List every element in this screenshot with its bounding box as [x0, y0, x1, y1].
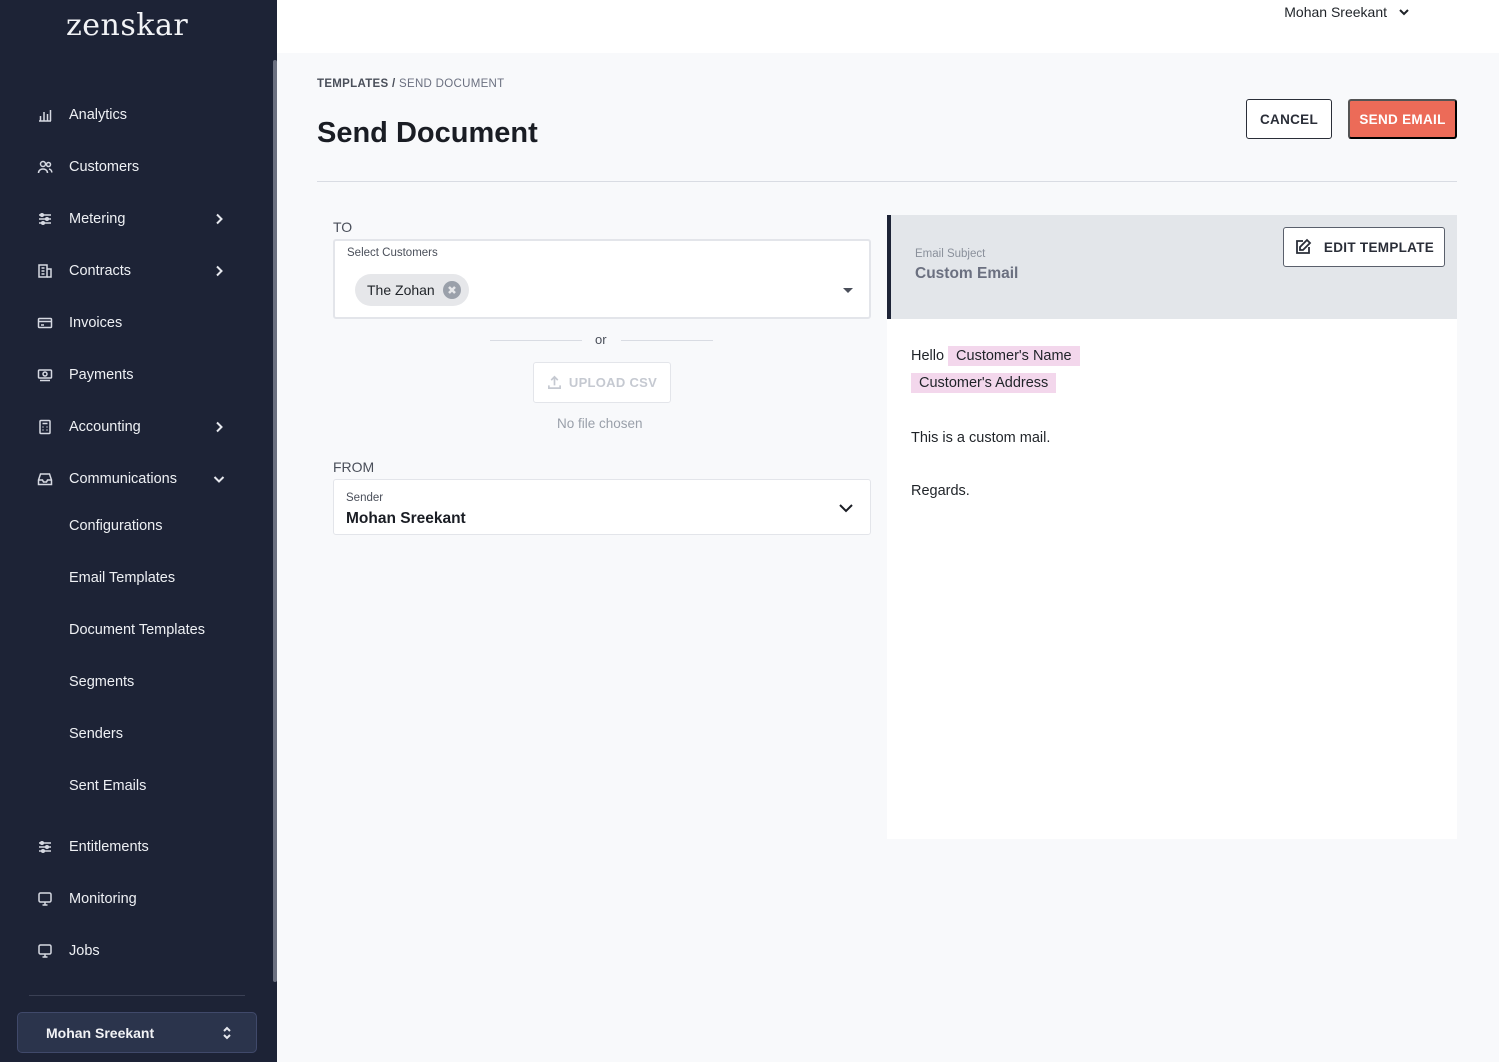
sliders-icon — [36, 838, 54, 856]
edit-template-button[interactable]: EDIT TEMPLATE — [1283, 227, 1445, 267]
or-divider-left — [490, 340, 582, 341]
sidebar-item-label: Payments — [69, 367, 134, 383]
customer-name-tag: Customer's Name — [948, 346, 1080, 366]
or-text: or — [595, 332, 607, 347]
sidebar-scrollbar[interactable] — [273, 60, 277, 982]
zenskar-logo[interactable]: zenskar — [66, 8, 188, 43]
chevron-down-icon — [212, 472, 226, 486]
sidebar-item-entitlements[interactable]: Entitlements — [36, 832, 236, 862]
customer-address-tag: Customer's Address — [911, 373, 1057, 393]
to-section-label: TO — [333, 219, 353, 235]
sidebar-divider — [29, 995, 245, 996]
breadcrumb-templates[interactable]: TEMPLATES — [317, 78, 389, 90]
upload-icon — [547, 375, 561, 389]
user-name: Mohan Sreekant — [1284, 4, 1387, 20]
sidebar-item-customers[interactable]: Customers — [36, 152, 236, 182]
sidebar-item-communications[interactable]: Communications — [36, 464, 236, 494]
sliders-icon — [36, 210, 54, 228]
email-address-line: Customer's Address — [911, 373, 1057, 393]
monitor-icon — [36, 942, 54, 960]
email-preview-header: Email Subject Custom Email EDIT TEMPLATE — [887, 215, 1457, 319]
customer-select-label: Select Customers — [347, 247, 438, 259]
no-file-text: No file chosen — [557, 416, 643, 431]
email-preview: Email Subject Custom Email EDIT TEMPLATE… — [887, 215, 1457, 839]
sidebar-item-label: Accounting — [69, 419, 141, 435]
breadcrumb-separator: / — [392, 78, 396, 90]
inbox-icon — [36, 470, 54, 488]
remove-chip-icon[interactable] — [442, 281, 461, 299]
email-closing: Regards. — [911, 483, 970, 499]
sidebar-sub-item-email-templates[interactable]: Email Templates — [69, 567, 175, 589]
chevron-down-icon — [839, 504, 853, 513]
calculator-icon — [36, 418, 54, 436]
sender-select[interactable]: Sender Mohan Sreekant — [333, 479, 871, 535]
sidebar-user-name: Mohan Sreekant — [46, 1024, 155, 1041]
chevron-right-icon — [212, 420, 226, 434]
bar-chart-icon — [36, 106, 54, 124]
caret-down-icon[interactable] — [843, 288, 853, 293]
customer-select[interactable]: Select Customers The Zohan — [333, 239, 871, 319]
sidebar-item-label: Entitlements — [69, 839, 149, 855]
sender-select-label: Sender — [346, 492, 384, 504]
header-divider — [317, 181, 1457, 182]
sidebar: zenskar Analytics Customers Metering Con… — [0, 0, 277, 1062]
sidebar-item-jobs[interactable]: Jobs — [36, 936, 236, 966]
org-user-switcher[interactable]: Mohan Sreekant — [17, 1012, 257, 1053]
email-subject-value: Custom Email — [915, 265, 1019, 282]
sidebar-item-label: Contracts — [69, 263, 132, 279]
sidebar-item-label: Metering — [69, 211, 126, 227]
edit-icon — [1296, 238, 1312, 254]
chevron-right-icon — [212, 212, 226, 226]
email-subject-label: Email Subject — [915, 248, 986, 260]
sidebar-sub-item-configurations[interactable]: Configurations — [69, 515, 163, 537]
users-icon — [36, 158, 54, 176]
upload-csv-button[interactable]: UPLOAD CSV — [533, 362, 671, 403]
sidebar-item-label: Analytics — [69, 107, 128, 123]
sidebar-item-contracts[interactable]: Contracts — [36, 256, 236, 286]
sidebar-item-payments[interactable]: Payments — [36, 360, 236, 390]
breadcrumb-current: SEND DOCUMENT — [399, 78, 505, 90]
sidebar-sub-item-senders[interactable]: Senders — [69, 723, 123, 745]
sidebar-item-monitoring[interactable]: Monitoring — [36, 884, 236, 914]
page-title: Send Document — [317, 117, 538, 149]
sidebar-item-invoices[interactable]: Invoices — [36, 308, 236, 338]
user-menu[interactable]: Mohan Sreekant — [1284, 4, 1411, 20]
sidebar-item-accounting[interactable]: Accounting — [36, 412, 236, 442]
edit-template-label: EDIT TEMPLATE — [1323, 239, 1435, 255]
chevron-down-icon — [1399, 9, 1409, 16]
send-email-button[interactable]: SEND EMAIL — [1348, 99, 1457, 139]
sidebar-sub-item-segments[interactable]: Segments — [69, 671, 134, 693]
chevron-right-icon — [212, 264, 226, 278]
upload-csv-label: UPLOAD CSV — [568, 375, 658, 390]
email-body-text: This is a custom mail. — [911, 430, 1051, 446]
sidebar-item-label: Invoices — [69, 315, 123, 331]
chevron-up-down-icon — [223, 1026, 231, 1039]
customer-chip: The Zohan — [355, 274, 469, 306]
monitor-icon — [36, 890, 54, 908]
cash-icon — [36, 366, 54, 384]
sidebar-item-label: Customers — [69, 159, 140, 175]
sidebar-item-analytics[interactable]: Analytics — [36, 100, 236, 130]
top-bar: Mohan Sreekant — [277, 0, 1499, 53]
building-icon — [36, 262, 54, 280]
sidebar-item-label: Communications — [69, 471, 177, 487]
sender-select-value: Mohan Sreekant — [346, 510, 466, 527]
sidebar-item-label: Monitoring — [69, 891, 137, 907]
credit-card-icon — [36, 314, 54, 332]
sidebar-item-label: Jobs — [69, 943, 100, 959]
from-section-label: FROM — [333, 459, 375, 475]
sidebar-item-metering[interactable]: Metering — [36, 204, 236, 234]
sidebar-sub-item-sent-emails[interactable]: Sent Emails — [69, 775, 146, 797]
cancel-button[interactable]: CANCEL — [1246, 99, 1332, 139]
sidebar-sub-item-document-templates[interactable]: Document Templates — [69, 619, 205, 641]
email-greeting-line: Hello Customer's Name — [911, 346, 1080, 366]
email-greeting: Hello — [911, 348, 945, 364]
or-divider-right — [621, 340, 713, 341]
breadcrumb: TEMPLATES / SEND DOCUMENT — [317, 78, 505, 90]
customer-chip-label: The Zohan — [367, 282, 435, 298]
